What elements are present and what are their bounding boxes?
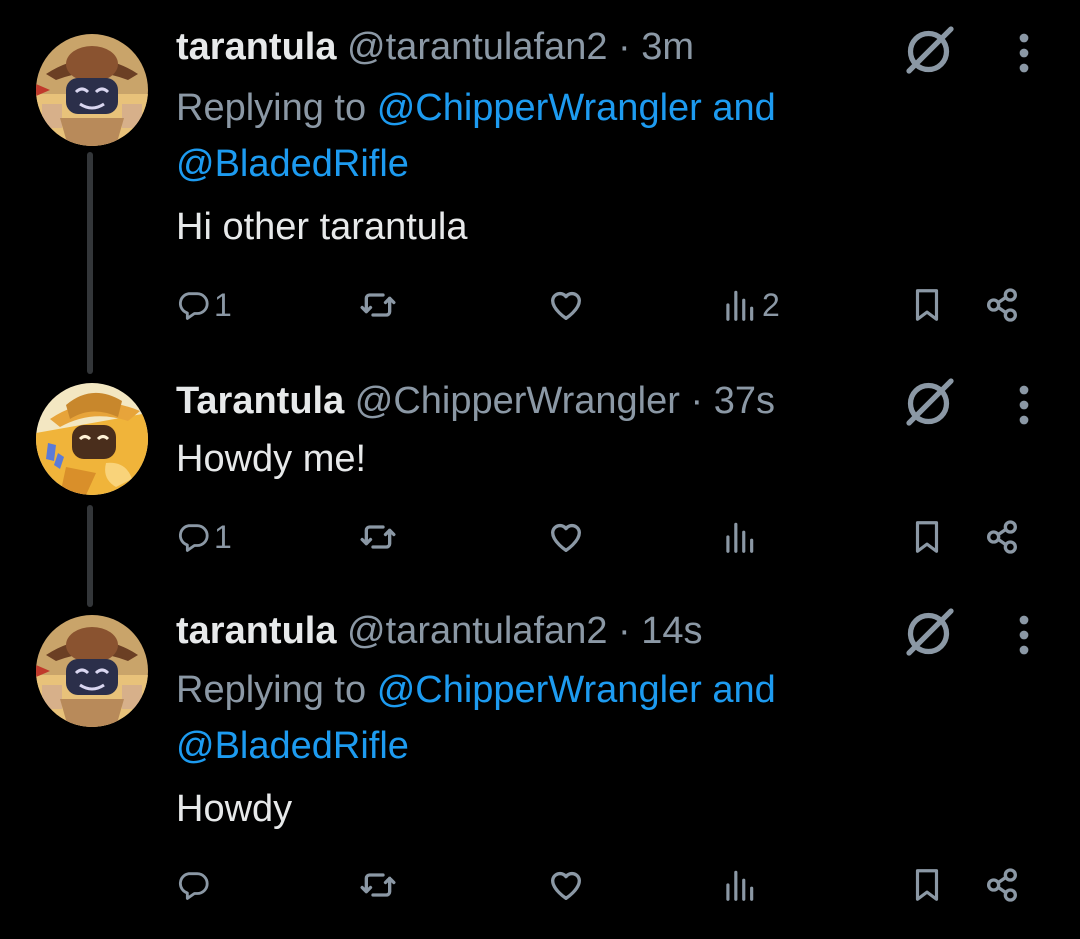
like-icon (546, 865, 586, 905)
more-icon (1010, 380, 1038, 430)
share-icon (982, 517, 1022, 557)
share-button[interactable] (982, 275, 1022, 335)
share-button[interactable] (982, 855, 1022, 915)
views-icon (720, 866, 758, 904)
share-button[interactable] (982, 507, 1022, 567)
more-button[interactable] (1010, 28, 1038, 78)
bookmark-button[interactable] (908, 855, 946, 915)
more-icon (1010, 28, 1038, 78)
user-handle[interactable]: @tarantulafan2 (347, 610, 607, 652)
grok-button[interactable] (900, 602, 960, 662)
tweet-text: Hi other tarantula (176, 206, 468, 248)
reply-count: 1 (214, 286, 232, 323)
reply-button[interactable] (176, 855, 210, 915)
tweet-header: Tarantula @ChipperWrangler · 37s (176, 380, 775, 423)
tweet-text: Howdy me! (176, 438, 367, 480)
avatar-hat-character-icon (36, 34, 148, 146)
grok-button[interactable] (900, 372, 960, 432)
mention-link[interactable]: @BladedRifle (176, 725, 409, 767)
views-icon (720, 286, 758, 324)
separator: · (690, 380, 704, 422)
replying-prefix: Replying to (176, 669, 367, 711)
views-button[interactable] (720, 507, 758, 567)
timestamp[interactable]: 14s (641, 610, 702, 652)
like-icon (546, 285, 586, 325)
mention-joiner: and (712, 669, 776, 711)
share-icon (982, 285, 1022, 325)
user-handle[interactable]: @ChipperWrangler (355, 380, 680, 422)
bookmark-button[interactable] (908, 507, 946, 567)
like-button[interactable] (546, 855, 586, 915)
avatar[interactable] (36, 34, 148, 146)
tweet-text: Howdy (176, 788, 293, 830)
separator: · (618, 26, 631, 68)
retweet-icon (358, 285, 398, 325)
display-name[interactable]: tarantula (176, 26, 336, 68)
replying-prefix: Replying to (176, 87, 367, 129)
thread-line (87, 152, 93, 374)
reply-button[interactable]: 1 (176, 275, 232, 335)
reply-count: 1 (214, 518, 232, 555)
mention-link[interactable]: @ChipperWrangler (377, 669, 702, 711)
more-icon (1010, 610, 1038, 660)
retweet-button[interactable] (358, 275, 398, 335)
grok-icon (900, 20, 960, 80)
timestamp[interactable]: 3m (641, 26, 694, 68)
like-icon (546, 517, 586, 557)
replying-to: Replying to @ChipperWrangler and @Bladed… (176, 80, 876, 192)
tweet-header: tarantula @tarantulafan2 · 3m (176, 26, 694, 69)
mention-joiner: and (712, 87, 776, 129)
retweet-button[interactable] (358, 507, 398, 567)
reply-icon (176, 288, 210, 322)
action-bar: 1 (170, 507, 1050, 567)
timestamp[interactable]: 37s (714, 380, 775, 422)
reply-icon (176, 520, 210, 554)
reply-icon (176, 868, 210, 902)
mention-link[interactable]: @ChipperWrangler (377, 87, 702, 129)
like-button[interactable] (546, 507, 586, 567)
reply-button[interactable]: 1 (176, 507, 232, 567)
thread-line (87, 505, 93, 607)
retweet-icon (358, 517, 398, 557)
avatar-hat-character-icon (36, 615, 148, 727)
avatar-cowboy-character-icon (36, 383, 148, 495)
display-name[interactable]: Tarantula (176, 380, 344, 422)
more-button[interactable] (1010, 610, 1038, 660)
replying-to: Replying to @ChipperWrangler and @Bladed… (176, 662, 876, 774)
avatar[interactable] (36, 615, 148, 727)
views-button[interactable]: 2 (720, 275, 780, 335)
user-handle[interactable]: @tarantulafan2 (347, 26, 607, 68)
grok-icon (900, 602, 960, 662)
action-bar: 1 2 (170, 275, 1050, 335)
retweet-button[interactable] (358, 855, 398, 915)
share-icon (982, 865, 1022, 905)
mention-link[interactable]: @BladedRifle (176, 143, 409, 185)
bookmark-button[interactable] (908, 275, 946, 335)
bookmark-icon (908, 286, 946, 324)
separator: · (618, 610, 631, 652)
tweet-header: tarantula @tarantulafan2 · 14s (176, 610, 703, 653)
action-bar (170, 855, 1050, 915)
retweet-icon (358, 865, 398, 905)
view-count: 2 (762, 286, 780, 323)
views-button[interactable] (720, 855, 758, 915)
avatar[interactable] (36, 383, 148, 495)
like-button[interactable] (546, 275, 586, 335)
grok-button[interactable] (900, 20, 960, 80)
bookmark-icon (908, 866, 946, 904)
views-icon (720, 518, 758, 556)
more-button[interactable] (1010, 380, 1038, 430)
grok-icon (900, 372, 960, 432)
bookmark-icon (908, 518, 946, 556)
display-name[interactable]: tarantula (176, 610, 336, 652)
